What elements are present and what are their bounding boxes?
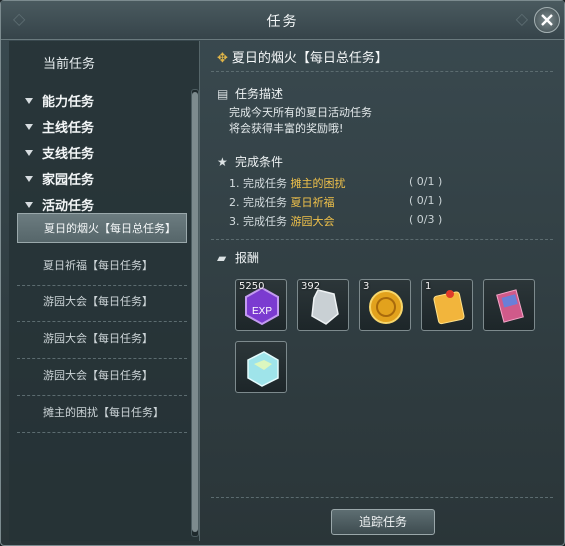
divider <box>17 432 187 433</box>
ice-cube-icon <box>247 351 279 387</box>
reward-slot[interactable]: 392 <box>297 279 349 331</box>
divider <box>211 239 553 240</box>
reward-slot[interactable]: 1 <box>421 279 473 331</box>
close-button[interactable] <box>534 7 560 33</box>
triangle-down-icon <box>25 124 33 130</box>
scrollbar[interactable] <box>191 89 199 537</box>
triangle-down-icon <box>25 98 33 104</box>
triangle-down-icon <box>25 150 33 156</box>
exp-icon: EXP <box>245 286 279 326</box>
condition-row: 1. 完成任务 摊主的困扰( 0/1 ) <box>229 175 443 190</box>
reward-slot[interactable]: 3 <box>359 279 411 331</box>
close-icon <box>541 14 553 26</box>
star-icon: ★ <box>217 155 228 169</box>
reward-slot[interactable] <box>235 341 287 393</box>
quest-detail-panel: ✥ 夏日的烟火【每日总任务】 ▤ 任务描述 完成今天所有的夏日活动任务 将会获得丰富… <box>207 41 555 541</box>
quest-item[interactable]: 游园大会【每日任务】 <box>17 287 187 317</box>
conditions-header: ★ 完成条件 <box>217 155 284 169</box>
divider <box>211 497 553 498</box>
category-main[interactable]: 主线任务 <box>25 117 94 136</box>
condition-row: 3. 完成任务 游园大会( 0/3 ) <box>229 213 443 228</box>
reward-slot[interactable]: EXP 5250 <box>235 279 287 331</box>
title-bar: ◇ 任务 ◇ <box>1 1 564 40</box>
quest-item[interactable]: 游园大会【每日任务】 <box>17 324 187 354</box>
divider <box>17 285 187 286</box>
card-pack-icon <box>496 289 524 323</box>
quest-item[interactable]: 游园大会【每日任务】 <box>17 361 187 391</box>
quest-item-selected[interactable]: 夏日的烟火【每日总任务】 <box>17 213 187 243</box>
category-home[interactable]: 家园任务 <box>25 169 94 188</box>
reward-header: ▰ 报酬 <box>217 251 260 265</box>
quest-item[interactable]: 夏日祈福【每日任务】 <box>17 251 187 281</box>
triangle-down-icon <box>25 176 33 182</box>
divider <box>17 395 187 396</box>
ornament-icon: ◇ <box>515 9 528 28</box>
description-header: ▤ 任务描述 <box>217 87 284 101</box>
triangle-down-icon <box>25 202 33 208</box>
book-icon: ▰ <box>217 251 227 265</box>
quest-title: ✥ 夏日的烟火【每日总任务】 <box>217 51 388 66</box>
gold-coin-icon <box>369 290 403 324</box>
category-ability[interactable]: 能力任务 <box>25 91 94 110</box>
quest-list-panel: 当前任务 能力任务 主线任务 支线任务 家园任务 活动任务 夏日的烟火【每日总任… <box>9 41 200 541</box>
divider <box>211 71 553 72</box>
red-packet-icon <box>433 290 465 325</box>
category-event[interactable]: 活动任务 <box>25 195 94 214</box>
document-icon: ▤ <box>217 87 229 101</box>
category-side[interactable]: 支线任务 <box>25 143 94 162</box>
track-quest-button[interactable]: 追踪任务 <box>331 509 435 535</box>
current-quests-header: 当前任务 <box>43 57 96 72</box>
condition-row: 2. 完成任务 夏日祈福( 0/1 ) <box>229 194 443 209</box>
quest-item[interactable]: 摊主的困扰【每日任务】 <box>17 398 187 428</box>
divider <box>17 321 187 322</box>
window-title: 任务 <box>266 14 299 30</box>
quest-description: 完成今天所有的夏日活动任务 将会获得丰富的奖励哦! <box>229 106 372 135</box>
divider <box>17 358 187 359</box>
reward-slot[interactable] <box>483 279 535 331</box>
clover-icon: ✥ <box>217 51 228 66</box>
crystal-icon <box>311 289 339 325</box>
scrollbar-thumb[interactable] <box>192 92 198 532</box>
svg-text:EXP: EXP <box>252 306 272 317</box>
quest-window: ◇ 任务 ◇ 当前任务 能力任务 主线任务 支线任务 家园任务 活动任务 夏日的… <box>0 0 565 546</box>
